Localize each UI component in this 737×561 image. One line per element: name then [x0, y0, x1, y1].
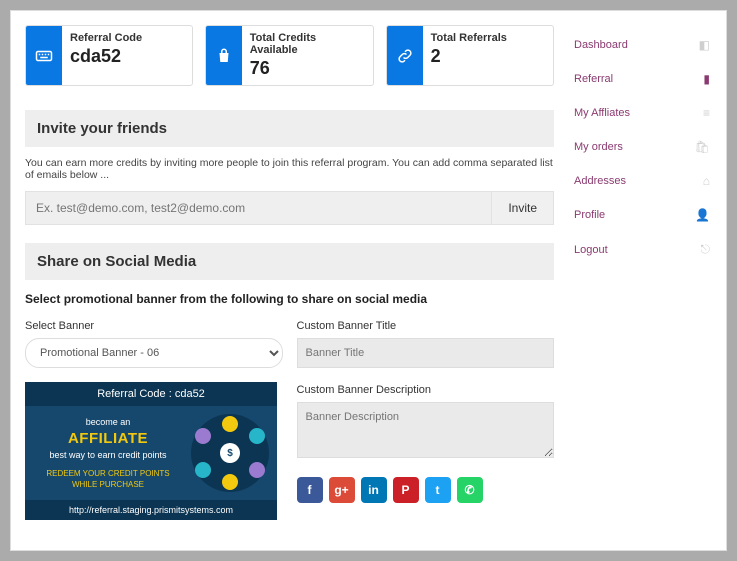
sidebar-item-affiliates[interactable]: My Affliates ≡ — [572, 96, 712, 130]
promo-banner: Referral Code : cda52 become an AFFILIAT… — [25, 382, 277, 520]
invite-heading: Invite your friends — [25, 110, 554, 147]
sidebar-item-orders[interactable]: My orders 🛍 — [572, 130, 712, 164]
app-root: Referral Code cda52 Total Credits Availa… — [10, 10, 727, 551]
banner-line1: become an — [33, 416, 183, 429]
sidebar-item-label: Referral — [574, 73, 613, 85]
banner-desc-label: Custom Banner Description — [297, 384, 555, 396]
banner-line4: REDEEM YOUR CREDIT POINTS WHILE PURCHASE — [33, 468, 183, 490]
banner-line2: AFFILIATE — [33, 428, 183, 449]
user-icon: 👤 — [695, 208, 710, 222]
banner-line3: best way to earn credit points — [33, 449, 183, 462]
banner-title-input[interactable] — [297, 338, 555, 368]
social-row: f g+ in P t ✆ — [297, 477, 555, 503]
facebook-icon[interactable]: f — [297, 477, 323, 503]
sidebar-item-label: Profile — [574, 209, 605, 221]
sidebar-item-label: My orders — [574, 141, 623, 153]
invite-email-input[interactable] — [25, 191, 492, 225]
sidebar-item-addresses[interactable]: Addresses ⌂ — [572, 164, 712, 198]
sidebar-item-referral[interactable]: Referral ▮ — [572, 62, 712, 96]
sidebar-item-label: My Affliates — [574, 107, 630, 119]
linkedin-icon[interactable]: in — [361, 477, 387, 503]
pinterest-icon[interactable]: P — [393, 477, 419, 503]
twitter-icon[interactable]: t — [425, 477, 451, 503]
stat-value: cda52 — [70, 46, 142, 67]
google-plus-icon[interactable]: g+ — [329, 477, 355, 503]
stat-referrals: Total Referrals 2 — [386, 25, 554, 86]
select-banner[interactable]: Promotional Banner - 06 — [25, 338, 283, 368]
stat-referral-code: Referral Code cda52 — [25, 25, 193, 86]
file-icon: ▮ — [703, 72, 710, 86]
stats-row: Referral Code cda52 Total Credits Availa… — [25, 25, 554, 86]
affiliate-graphic: $ — [191, 414, 269, 492]
banner-url: http://referral.staging.prismitsystems.c… — [25, 500, 277, 520]
stat-label: Referral Code — [70, 32, 142, 44]
logout-icon: ⎋ — [701, 242, 711, 257]
sidebar-item-label: Logout — [574, 244, 608, 256]
stat-credits: Total Credits Available 76 — [205, 25, 373, 86]
stat-label: Total Referrals — [431, 32, 507, 44]
share-sub: Select promotional banner from the follo… — [25, 292, 554, 306]
stat-value: 2 — [431, 46, 507, 67]
sidebar-item-label: Addresses — [574, 175, 626, 187]
list-icon: ≡ — [703, 106, 710, 120]
invite-row: Invite — [25, 191, 554, 225]
basket-icon: 🛍 — [695, 140, 710, 154]
banner-title-label: Custom Banner Title — [297, 320, 555, 332]
share-form-row: Select Banner Promotional Banner - 06 Re… — [25, 320, 554, 520]
link-icon — [387, 26, 423, 85]
share-heading: Share on Social Media — [25, 243, 554, 280]
sidebar-item-logout[interactable]: Logout ⎋ — [572, 232, 712, 267]
sidebar-item-dashboard[interactable]: Dashboard ◧ — [572, 29, 712, 62]
sidebar-item-label: Dashboard — [574, 39, 628, 51]
main-column: Referral Code cda52 Total Credits Availa… — [25, 25, 554, 550]
stat-value: 76 — [250, 58, 365, 79]
select-banner-label: Select Banner — [25, 320, 283, 332]
invite-desc: You can earn more credits by inviting mo… — [25, 157, 554, 181]
keyboard-icon — [26, 26, 62, 85]
bag-icon — [206, 26, 241, 85]
dashboard-icon: ◧ — [699, 38, 710, 52]
banner-code: Referral Code : cda52 — [25, 382, 277, 406]
sidebar-item-profile[interactable]: Profile 👤 — [572, 198, 712, 232]
banner-desc-input[interactable] — [297, 402, 555, 458]
home-icon: ⌂ — [703, 174, 710, 188]
stat-label: Total Credits Available — [250, 32, 365, 56]
sidebar: Dashboard ◧ Referral ▮ My Affliates ≡ My… — [572, 25, 712, 550]
whatsapp-icon[interactable]: ✆ — [457, 477, 483, 503]
invite-button[interactable]: Invite — [492, 191, 554, 225]
